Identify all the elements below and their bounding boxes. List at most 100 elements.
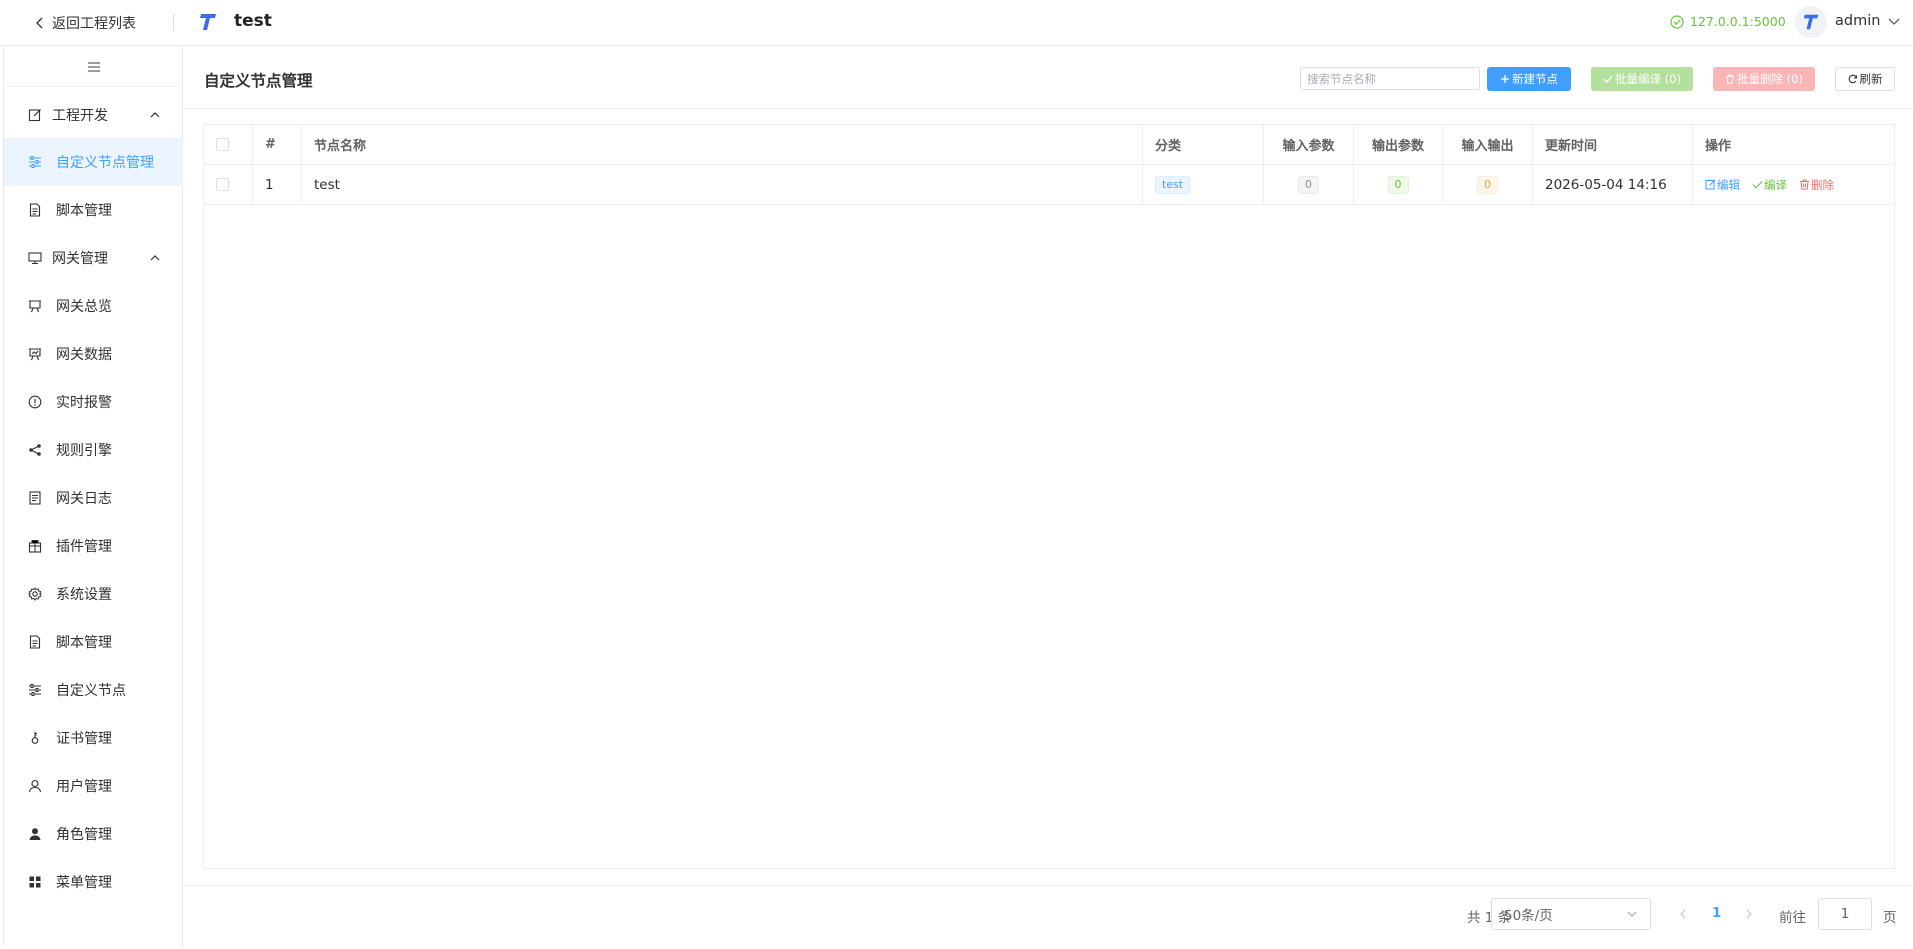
column-header-category: 分类 [1143,125,1264,164]
server-status: 127.0.0.1:5000 [1670,14,1786,29]
nodes-table: # 节点名称 分类 输入参数 输出参数 输入输出 更新时间 操作 1 test … [203,124,1895,869]
presentation-icon [27,299,42,314]
column-header-actions: 操作 [1705,139,1732,154]
divider [7,86,179,87]
page-unit-label: 页 [1883,910,1897,926]
menu-collapse-icon[interactable] [87,60,101,74]
sidebar-item-realtime-alarm[interactable]: 实时报警 [4,378,183,426]
sidebar-item-custom-node-management[interactable]: 自定义节点管理 [4,138,183,186]
warning-circle-icon [27,395,42,410]
outputs-count-tag: 0 [1387,175,1409,194]
chevron-down-icon [1627,911,1637,917]
next-page-icon[interactable] [1742,907,1756,921]
row-node-name: test [302,165,1143,204]
new-node-button[interactable]: 新建节点 [1487,67,1571,91]
log-icon [27,491,42,506]
sidebar-item-label: 脚本管理 [56,203,112,219]
top-header: 返回工程列表 test 127.0.0.1:5000 admin [0,0,1913,46]
sidebar-group-label: 网关管理 [52,251,108,267]
column-header-index: # [253,125,302,164]
sidebar-item-label: 自定义节点管理 [56,155,154,171]
compile-button[interactable]: 编译 [1752,177,1787,193]
avatar[interactable] [1795,6,1827,38]
sidebar-item-plugin-management[interactable]: 插件管理 [4,522,183,570]
refresh-button[interactable]: 刷新 [1835,67,1895,91]
page-size-value: 50条/页 [1504,908,1553,924]
row-category-cell: test [1143,165,1264,204]
sidebar-item-rule-engine[interactable]: 规则引擎 [4,426,183,474]
user-menu[interactable]: admin [1835,13,1900,29]
sidebar-item-label: 角色管理 [56,827,112,843]
row-select-cell [204,165,253,204]
page-number-current[interactable]: 1 [1712,905,1721,921]
search-input[interactable] [1300,67,1480,90]
batch-compile-label: 批量编译 (0) [1615,72,1681,86]
sidebar-item-role-management[interactable]: 角色管理 [4,810,183,858]
sidebar-item-label: 用户管理 [56,779,112,795]
sidebar-item-certificate-management[interactable]: 证书管理 [4,714,183,762]
sidebar: 工程开发 自定义节点管理 脚本管理 网关管理 网关总览 网关数据 实时报警 规则… [3,47,183,946]
sidebar-item-label: 系统设置 [56,587,112,603]
gear-icon [27,587,42,602]
inputs-count-tag: 0 [1298,175,1319,194]
row-index: 1 [253,165,302,204]
sliders-icon [27,155,42,170]
user-filled-icon [27,827,42,842]
sidebar-group-label: 工程开发 [52,108,108,124]
sidebar-item-label: 脚本管理 [56,635,112,651]
batch-delete-label: 批量删除 (0) [1737,72,1803,86]
sidebar-item-script-management-2[interactable]: 脚本管理 [4,618,183,666]
batch-compile-button[interactable]: 批量编译 (0) [1591,67,1693,91]
column-header-io: 输入输出 [1443,125,1533,164]
select-all-checkbox[interactable] [216,138,229,151]
sidebar-item-label: 网关数据 [56,347,112,363]
monitor-icon [27,251,42,266]
table-row: 1 test test 0 0 0 2026-05-04 14:16 编辑 编译… [204,165,1894,205]
column-header-outputs: 输出参数 [1354,125,1443,164]
sidebar-item-label: 菜单管理 [56,875,112,891]
package-icon [27,539,42,554]
sidebar-item-menu-management[interactable]: 菜单管理 [4,858,183,906]
sidebar-group-project-dev[interactable]: 工程开发 [4,91,183,139]
sidebar-item-gateway-data[interactable]: 网关数据 [4,330,183,378]
goto-label: 前往 [1779,910,1806,926]
row-io-cell: 0 [1443,165,1533,204]
sidebar-item-user-management[interactable]: 用户管理 [4,762,183,810]
page-title: 自定义节点管理 [204,72,313,90]
edit-button[interactable]: 编辑 [1705,177,1740,193]
sidebar-item-script-management[interactable]: 脚本管理 [4,186,183,234]
check-circle-icon [1670,14,1684,29]
sidebar-item-label: 自定义节点 [56,683,126,699]
header-divider [173,14,174,31]
sidebar-item-system-settings[interactable]: 系统设置 [4,570,183,618]
sidebar-group-gateway-management[interactable]: 网关管理 [4,234,183,282]
column-header-inputs: 输入参数 [1264,125,1354,164]
sliders-icon [27,683,42,698]
sidebar-item-label: 网关日志 [56,491,112,507]
new-node-label: 新建节点 [1512,72,1558,86]
row-updated-time: 2026-05-04 14:16 [1533,165,1693,204]
check-icon [1603,75,1613,83]
divider [184,885,1913,886]
sidebar-item-custom-node[interactable]: 自定义节点 [4,666,183,714]
delete-button[interactable]: 删除 [1799,177,1834,193]
sidebar-item-gateway-overview[interactable]: 网关总览 [4,282,183,330]
batch-delete-button[interactable]: 批量删除 (0) [1713,67,1815,91]
back-to-projects-link[interactable]: 返回工程列表 [34,13,136,33]
select-all-cell [204,125,253,164]
sidebar-item-gateway-log[interactable]: 网关日志 [4,474,183,522]
prev-page-icon[interactable] [1676,907,1690,921]
goto-page-input[interactable] [1818,898,1872,930]
row-outputs-cell: 0 [1354,165,1443,204]
refresh-icon [1848,74,1857,84]
document-icon [27,635,42,650]
document-icon [27,203,42,218]
page-size-select[interactable]: 50条/页 [1491,898,1651,930]
grid-icon [27,875,42,890]
row-checkbox[interactable] [216,178,229,191]
column-header-updated: 更新时间 [1533,125,1693,164]
table-header: # 节点名称 分类 输入参数 输出参数 输入输出 更新时间 操作 [204,125,1894,165]
column-header-name: 节点名称 [302,125,1143,164]
project-title: test [234,11,272,31]
refresh-label: 刷新 [1859,72,1883,86]
